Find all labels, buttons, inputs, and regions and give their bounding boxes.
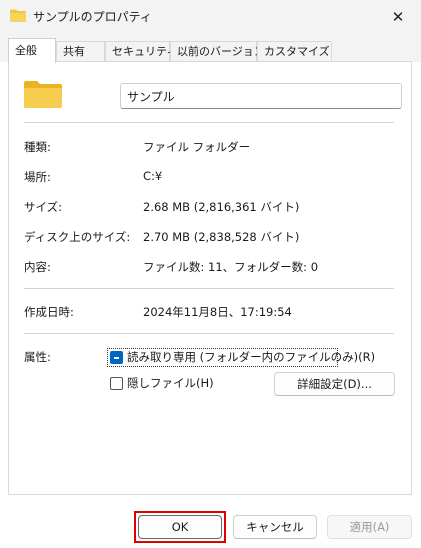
- type-value: ファイル フォルダー: [143, 140, 251, 154]
- close-button[interactable]: ✕: [375, 0, 421, 33]
- close-icon: ✕: [391, 7, 405, 26]
- general-panel: [8, 61, 412, 495]
- divider: [24, 122, 394, 123]
- size-value: 2.68 MB (2,816,361 バイト): [143, 200, 300, 214]
- created-value: 2024年11月8日、17:19:54: [143, 305, 292, 319]
- ok-highlight: [134, 511, 226, 543]
- window-title: サンプルのプロパティ: [33, 10, 152, 24]
- created-label: 作成日時:: [24, 305, 74, 319]
- size-on-disk-value: 2.70 MB (2,838,528 バイト): [143, 230, 300, 244]
- tab-bar: 全般 共有 セキュリティ 以前のバージョン カスタマイズ: [0, 33, 421, 63]
- contents-label: 内容:: [24, 260, 51, 274]
- advanced-button[interactable]: 詳細設定(D)...: [274, 372, 395, 396]
- tab-general[interactable]: 全般: [8, 38, 56, 63]
- size-label: サイズ:: [24, 200, 63, 214]
- size-on-disk-label: ディスク上のサイズ:: [24, 230, 131, 244]
- contents-value: ファイル数: 11、フォルダー数: 0: [143, 260, 319, 274]
- hidden-checkbox[interactable]: [110, 377, 123, 390]
- attributes-label: 属性:: [24, 350, 51, 364]
- tab-security[interactable]: セキュリティ: [105, 41, 177, 62]
- folder-icon: [24, 81, 62, 108]
- hidden-label[interactable]: 隠しファイル(H): [127, 375, 214, 391]
- folder-name-input[interactable]: [120, 83, 402, 109]
- tab-previous-versions[interactable]: 以前のバージョン: [170, 41, 265, 62]
- cancel-button[interactable]: キャンセル: [233, 515, 317, 539]
- divider: [24, 288, 394, 289]
- title-bar: サンプルのプロパティ ✕: [0, 0, 421, 33]
- apply-button[interactable]: 適用(A): [327, 515, 412, 539]
- readonly-label[interactable]: 読み取り専用 (フォルダー内のファイルのみ)(R): [127, 349, 375, 365]
- type-label: 種類:: [24, 140, 51, 154]
- tab-customize[interactable]: カスタマイズ: [257, 41, 332, 62]
- folder-icon: [10, 9, 26, 22]
- location-value: C:¥: [143, 169, 163, 183]
- readonly-checkbox[interactable]: [110, 351, 123, 364]
- tab-sharing[interactable]: 共有: [56, 41, 105, 62]
- location-label: 場所:: [24, 170, 51, 184]
- divider: [24, 333, 394, 334]
